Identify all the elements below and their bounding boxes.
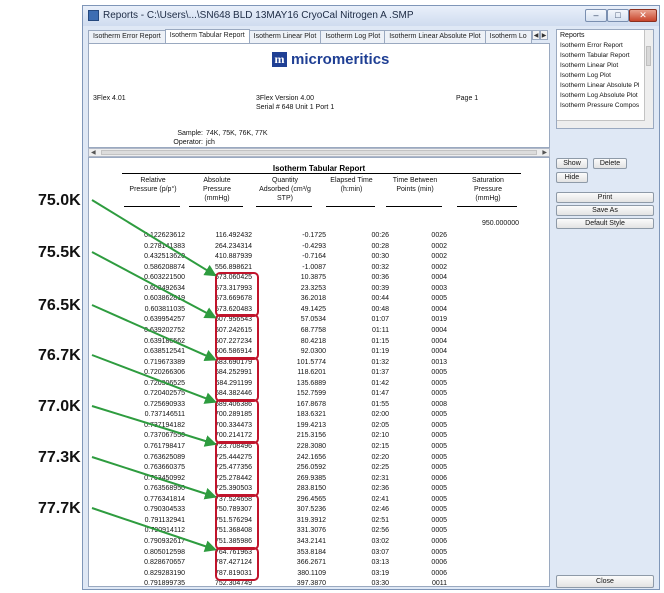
callout-arrow xyxy=(91,251,217,319)
callout-arrow xyxy=(91,354,217,404)
callout-arrow xyxy=(91,199,217,277)
callout-arrow xyxy=(91,304,217,362)
callout-arrow xyxy=(91,456,217,500)
callout-arrow xyxy=(91,507,217,552)
annotation-arrows xyxy=(91,199,217,552)
callout-arrow xyxy=(91,405,217,447)
